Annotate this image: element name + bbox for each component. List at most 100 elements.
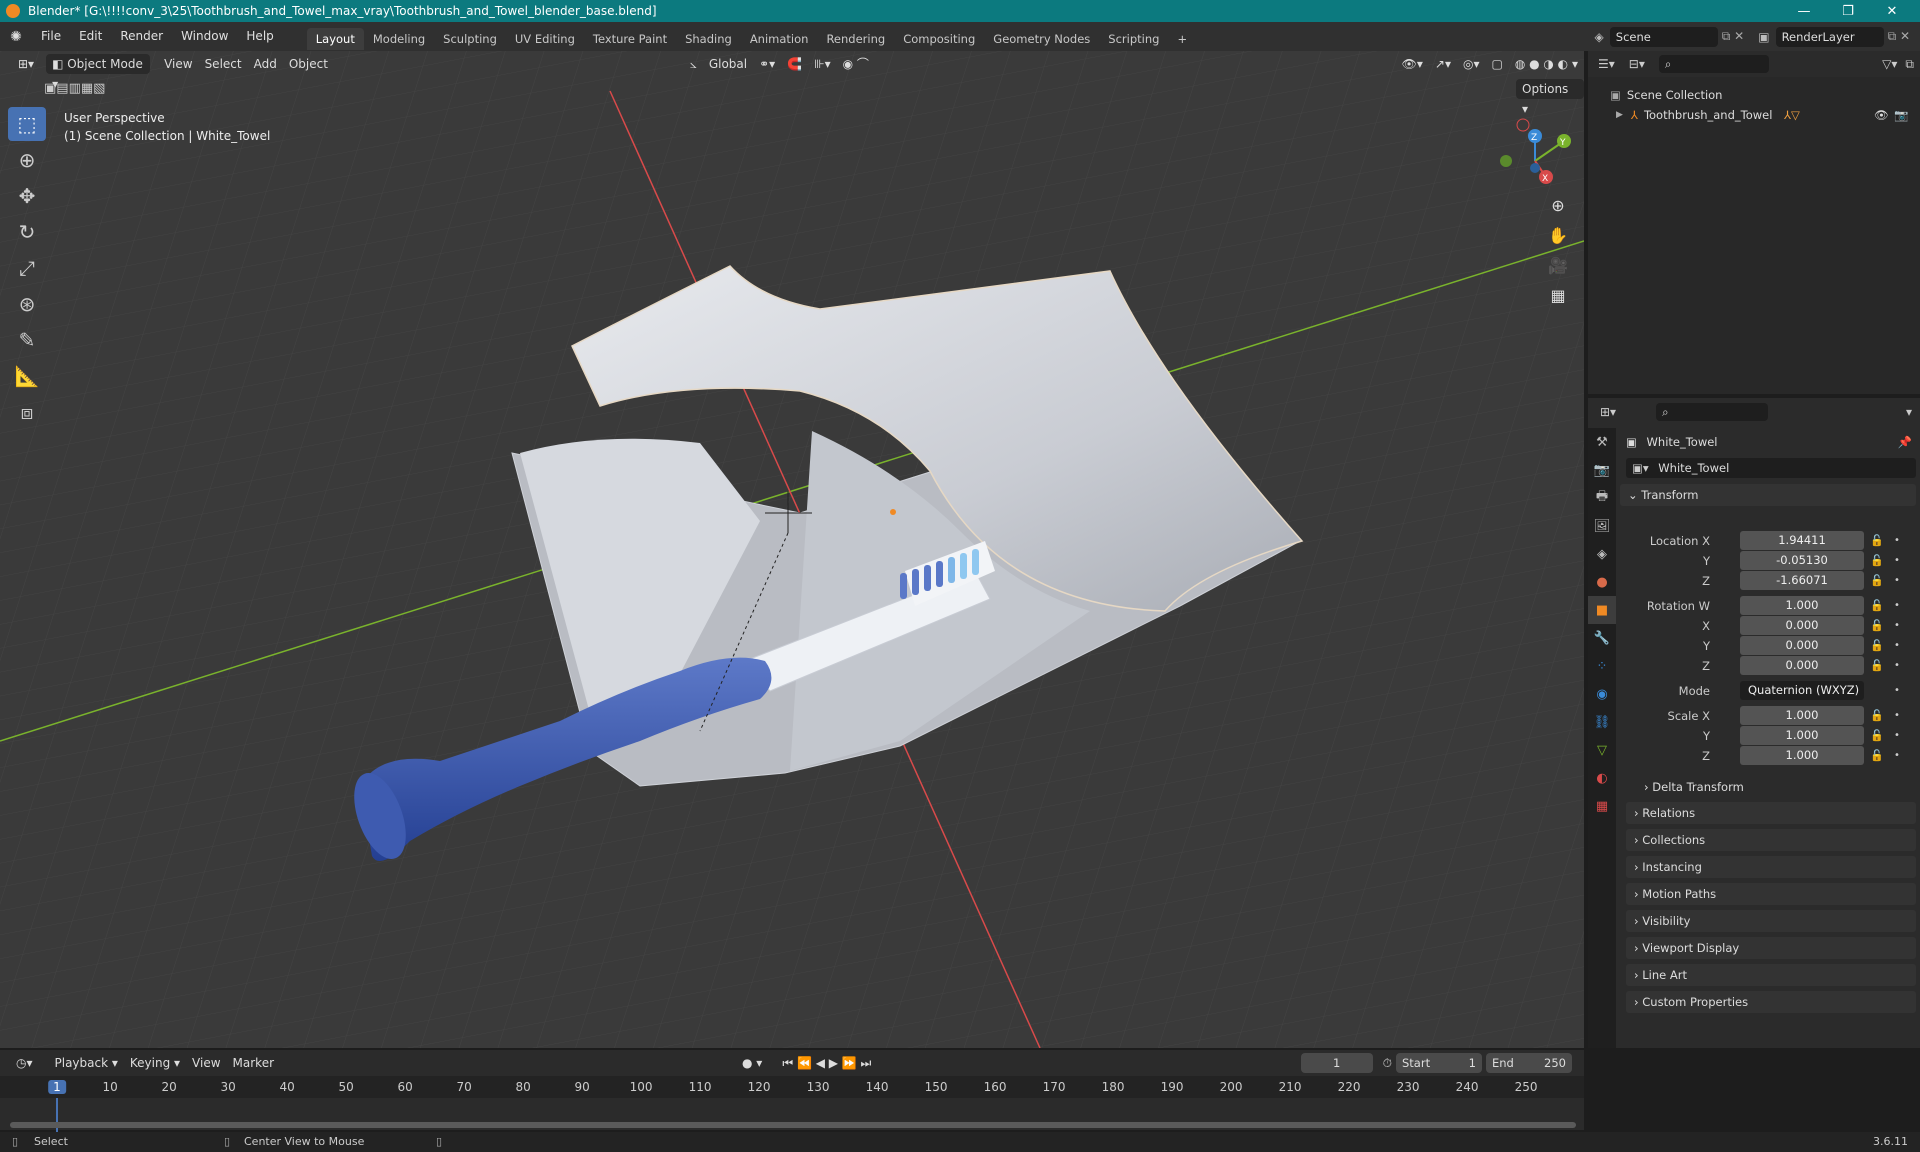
outliner-search-input[interactable]: ⌕ (1658, 55, 1769, 73)
keyframe-dot-icon[interactable]: • (1894, 596, 1900, 616)
options-dropdown[interactable]: Options ▾ (1516, 79, 1584, 116)
properties-options-icon[interactable]: ▾ (1906, 405, 1912, 419)
scene-icon[interactable]: ◈ (1595, 30, 1604, 44)
tab-shading[interactable]: Shading (676, 28, 741, 50)
display-mode-icon[interactable]: ⊟▾ (1629, 57, 1645, 71)
section-viewport-display[interactable]: › Viewport Display (1626, 937, 1916, 959)
rotation-y-field[interactable]: 0.000 (1740, 636, 1864, 655)
timeline-menu-marker[interactable]: Marker (227, 1053, 280, 1073)
maximize-button[interactable]: ❐ (1826, 0, 1870, 22)
shading-modes-icon[interactable]: ◍ ● ◑ ◐ ▾ (1509, 54, 1584, 74)
location-z-field[interactable]: -1.66071 (1740, 571, 1864, 590)
keyframe-dot-icon[interactable]: • (1894, 681, 1900, 701)
transform-header[interactable]: ⌄ Transform (1620, 484, 1916, 506)
transform-orientation-icon[interactable]: ⦣ (684, 54, 703, 74)
render-layer-selector[interactable]: RenderLayer (1775, 26, 1884, 47)
lock-icon[interactable]: 🔓 (1870, 656, 1884, 676)
add-workspace-button[interactable]: + (1168, 28, 1196, 50)
view-layer-icon[interactable]: ▣ (1758, 30, 1769, 44)
playback-controls-icon[interactable]: ⏮ ⏪ ◀ ▶ ⏩ ⏭ (776, 1053, 877, 1073)
timeline-scrollbar[interactable] (10, 1122, 1576, 1128)
end-frame-field[interactable]: End 250 (1486, 1053, 1572, 1073)
start-frame-field[interactable]: Start 1 (1396, 1053, 1482, 1073)
render-camera-icon[interactable]: 📷 (1894, 105, 1908, 125)
section-custom-properties[interactable]: › Custom Properties (1626, 991, 1916, 1013)
timeline-menu-keying[interactable]: Keying ▾ (124, 1053, 186, 1073)
lock-icon[interactable]: 🔓 (1870, 571, 1884, 591)
timeline-editor-icon[interactable]: ◷▾ (10, 1053, 39, 1073)
section-instancing[interactable]: › Instancing (1626, 856, 1916, 878)
record-button-icon[interactable]: ● ▾ (736, 1053, 768, 1073)
new-collection-icon[interactable]: ⧉ (1905, 57, 1914, 72)
section-motion-paths[interactable]: › Motion Paths (1626, 883, 1916, 905)
keyframe-dot-icon[interactable]: • (1894, 726, 1900, 746)
viewport-menu-object[interactable]: Object (283, 54, 334, 74)
visibility-icon[interactable]: 👁▾ (1396, 54, 1429, 74)
overlay-toggle-icon[interactable]: ◎▾ (1457, 54, 1486, 74)
menu-render[interactable]: Render (111, 22, 172, 51)
gizmo-toggle-icon[interactable]: ↗▾ (1429, 54, 1457, 74)
tab-sculpting[interactable]: Sculpting (434, 28, 506, 50)
rotation-z-field[interactable]: 0.000 (1740, 656, 1864, 675)
tab-layout[interactable]: Layout (306, 27, 364, 50)
timeline-menu-view[interactable]: View (186, 1053, 226, 1073)
add-cube-icon[interactable]: ⧈ (8, 395, 46, 429)
section-visibility[interactable]: › Visibility (1626, 910, 1916, 932)
eye-visibility-icon[interactable]: 👁 (1874, 105, 1889, 125)
tab-scripting[interactable]: Scripting (1099, 28, 1168, 50)
new-scene-icon[interactable]: ⧉ ✕ (1722, 29, 1744, 44)
keyframe-dot-icon[interactable]: • (1894, 746, 1900, 766)
pin-icon[interactable]: 📌 (1898, 432, 1912, 452)
outliner-row-scene-collection[interactable]: ▣ Scene Collection (1588, 85, 1920, 105)
outliner-editor-icon[interactable]: ☰▾ (1598, 57, 1615, 71)
viewport-menu-view[interactable]: View (158, 54, 198, 74)
pivot-icon[interactable]: ⚭▾ (753, 54, 781, 74)
rotation-mode-dropdown[interactable]: Quaternion (WXYZ) ▾ (1740, 681, 1864, 716)
new-view-layer-icon[interactable]: ⧉ ✕ (1888, 29, 1910, 44)
blender-menu-icon[interactable]: ✺ (0, 29, 32, 45)
snap-icon[interactable]: 🧲 (781, 54, 808, 74)
rotation-w-field[interactable]: 1.000 (1740, 596, 1864, 615)
pan-hand-icon[interactable]: ✋ (1544, 221, 1572, 249)
lock-icon[interactable]: 🔓 (1870, 706, 1884, 726)
editor-type-icon[interactable]: ⊞▾ (12, 54, 40, 74)
mode-selector[interactable]: ◧ Object Mode ▾ (46, 54, 151, 91)
playhead-line[interactable] (56, 1098, 58, 1134)
tab-geometry-nodes[interactable]: Geometry Nodes (984, 28, 1099, 50)
tab-modeling[interactable]: Modeling (364, 28, 434, 50)
close-button[interactable]: ✕ (1870, 0, 1914, 22)
viewport-scene[interactable]: Z Y X (0, 51, 1584, 1048)
scale-icon[interactable]: ⤢ (8, 251, 46, 285)
location-x-field[interactable]: 1.94411 (1740, 531, 1864, 550)
location-y-field[interactable]: -0.05130 (1740, 551, 1864, 570)
snap-target-icon[interactable]: ⊪▾ (808, 54, 836, 74)
zoom-icon[interactable]: ⊕ (1544, 191, 1572, 219)
menu-edit[interactable]: Edit (70, 22, 111, 51)
rotation-x-field[interactable]: 0.000 (1740, 616, 1864, 635)
section-relations[interactable]: › Relations (1626, 802, 1916, 824)
scale-x-field[interactable]: 1.000 (1740, 706, 1864, 725)
tab-uv-editing[interactable]: UV Editing (506, 28, 584, 50)
keyframe-dot-icon[interactable]: • (1894, 706, 1900, 726)
outliner-row-object[interactable]: ▶ ⅄ Toothbrush_and_Towel ⅄▽ 👁 📷 (1588, 105, 1920, 125)
cursor-icon[interactable]: ⊕ (8, 143, 46, 177)
camera-icon[interactable]: 🎥 (1544, 251, 1572, 279)
timeline-menu-playback[interactable]: Playback ▾ (49, 1053, 124, 1073)
section-collections[interactable]: › Collections (1626, 829, 1916, 851)
orientation-selector[interactable]: Global (703, 54, 753, 74)
delta-transform-subpanel[interactable]: › Delta Transform (1644, 776, 1744, 798)
material-tab-icon[interactable]: ◐ (1588, 764, 1616, 792)
minimize-button[interactable]: — (1782, 0, 1826, 22)
properties-editor-icon[interactable]: ⊞▾ (1600, 405, 1616, 419)
keyframe-dot-icon[interactable]: • (1894, 551, 1900, 571)
transform-icon[interactable]: ⊛ (8, 287, 46, 321)
3d-viewport[interactable]: Z Y X ⊞▾ ◧ Object Mode ▾ View Select Add… (0, 51, 1584, 1048)
object-datablock-field[interactable]: ▣▾ White_Towel (1626, 458, 1916, 478)
menu-file[interactable]: File (32, 22, 70, 51)
menu-window[interactable]: Window (172, 22, 237, 51)
viewport-menu-add[interactable]: Add (248, 54, 283, 74)
render-tab-icon[interactable]: 📷 (1588, 456, 1616, 484)
filter-icon[interactable]: ▽▾ (1882, 57, 1897, 71)
selection-mode-icons[interactable]: ▣▤▥▦▧ (44, 81, 105, 96)
lock-icon[interactable]: 🔓 (1870, 531, 1884, 551)
